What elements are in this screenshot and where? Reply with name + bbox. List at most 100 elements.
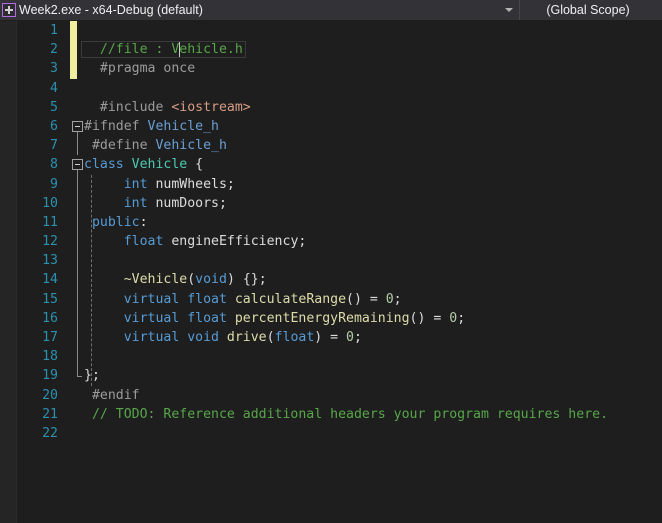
code-token: percentEnergyRemaining xyxy=(226,310,410,326)
code-line[interactable]: 12 float engineEfficiency; xyxy=(0,232,662,251)
line-number: 4 xyxy=(50,80,58,96)
line-number: 22 xyxy=(42,425,58,441)
line-number: 10 xyxy=(42,195,58,211)
code-line[interactable]: 21 // TODO: Reference additional headers… xyxy=(0,405,662,424)
code-token: #pragma once xyxy=(84,61,196,77)
line-number: 19 xyxy=(42,368,58,384)
code-token: : xyxy=(139,214,148,230)
line-number: 9 xyxy=(50,176,58,192)
code-text: #include <iostream> xyxy=(84,98,251,117)
code-token: virtual float xyxy=(123,310,227,326)
code-line[interactable]: 10 int numDoors; xyxy=(0,194,662,213)
code-text: virtual void drive(float) = 0; xyxy=(84,328,362,347)
code-token: void xyxy=(195,272,227,288)
code-token: public xyxy=(84,214,140,230)
fold-collapse-icon[interactable] xyxy=(72,120,83,132)
code-line[interactable]: 1 xyxy=(0,21,662,41)
code-token: ~Vehicle xyxy=(84,272,188,288)
code-token: 0 xyxy=(449,310,458,326)
project-scope-dropdown[interactable]: Week2.exe - x64-Debug (default) xyxy=(0,0,520,20)
code-line[interactable]: 9 int numWheels; xyxy=(0,175,662,194)
project-cube-icon xyxy=(2,3,16,17)
code-line[interactable]: 6 #ifndef Vehicle_h xyxy=(0,117,662,136)
fold-region-line xyxy=(77,170,82,377)
code-text: // TODO: Reference additional headers yo… xyxy=(84,405,608,424)
code-token: numDoors; xyxy=(147,195,227,211)
code-token: ; xyxy=(457,310,466,326)
code-line[interactable]: 18 xyxy=(0,347,662,366)
indent-guide xyxy=(91,174,92,386)
line-number: 17 xyxy=(42,330,58,345)
code-line[interactable]: 22 xyxy=(0,424,662,443)
text-cursor xyxy=(179,42,181,58)
code-line[interactable]: 17 virtual void drive(float) = 0; xyxy=(0,328,662,347)
code-token: Vehicle_h xyxy=(155,138,227,154)
chevron-down-icon[interactable] xyxy=(502,0,516,20)
code-token: 0 xyxy=(385,291,394,307)
code-text: #pragma once xyxy=(84,59,195,78)
code-text: int numDoors; xyxy=(84,194,227,213)
navigation-bar: Week2.exe - x64-Debug (default) (Global … xyxy=(0,0,662,21)
code-token: calculateRange xyxy=(226,291,347,307)
code-lines-container[interactable]: 12 //file : Vehicle.h 3 #pragma once 4 5 #i… xyxy=(0,21,662,523)
code-text: virtual float calculateRange() = 0; xyxy=(84,290,402,309)
code-token: () = xyxy=(346,291,386,307)
code-token: ) {}; xyxy=(226,272,267,288)
member-scope-label: (Global Scope) xyxy=(546,2,630,17)
code-text: ~Vehicle(void) {}; xyxy=(84,270,267,289)
code-token: int xyxy=(123,195,148,211)
line-number: 16 xyxy=(42,310,58,326)
project-scope-label: Week2.exe - x64-Debug (default) xyxy=(19,2,203,17)
code-line[interactable]: 7 #define Vehicle_h xyxy=(0,136,662,155)
code-editor[interactable]: 12 //file : Vehicle.h 3 #pragma once 4 5 #i… xyxy=(0,21,662,523)
code-line[interactable]: 14 ~Vehicle(void) {}; xyxy=(0,270,662,289)
fold-region-end-cap xyxy=(77,375,82,377)
code-token: ( xyxy=(266,330,275,345)
line-number: 3 xyxy=(50,61,58,77)
fold-region-line xyxy=(77,132,78,156)
code-line[interactable]: 19}; xyxy=(0,366,662,385)
member-scope-dropdown[interactable]: (Global Scope) xyxy=(520,0,662,20)
code-token: float xyxy=(274,330,315,345)
code-line[interactable]: 8 class Vehicle { xyxy=(0,155,662,174)
code-token: #define xyxy=(84,138,156,154)
line-number: 13 xyxy=(42,253,58,269)
code-line[interactable]: 16 virtual float percentEnergyRemaining(… xyxy=(0,309,662,328)
code-line[interactable]: 4 xyxy=(0,79,662,98)
code-token: { xyxy=(187,157,204,173)
code-text: public: xyxy=(84,213,148,232)
unsaved-change-bar xyxy=(70,59,77,79)
code-text: #endif xyxy=(84,386,140,405)
code-line[interactable]: 11 public: xyxy=(0,213,662,232)
code-token: // TODO: Reference additional headers yo… xyxy=(84,406,609,422)
code-token: int xyxy=(123,176,148,192)
code-token: ; xyxy=(354,330,362,345)
line-number: 20 xyxy=(42,387,58,403)
code-line[interactable]: 13 xyxy=(0,251,662,270)
code-token: virtual void xyxy=(123,330,219,345)
code-line[interactable]: 5 #include <iostream> xyxy=(0,98,662,117)
code-token: engineEfficiency; xyxy=(163,234,307,250)
code-token: virtual float xyxy=(123,291,227,307)
line-number: 15 xyxy=(42,291,58,307)
code-line[interactable]: 15 virtual float calculateRange() = 0; xyxy=(0,290,662,309)
code-token: numWheels; xyxy=(147,176,235,192)
current-line-highlight-box xyxy=(81,41,246,59)
code-text: class Vehicle { xyxy=(84,155,203,174)
code-line[interactable]: 20 #endif xyxy=(0,386,662,405)
code-text: #ifndef Vehicle_h xyxy=(84,117,219,136)
code-text: #define Vehicle_h xyxy=(84,136,227,155)
code-text: float engineEfficiency; xyxy=(84,232,307,251)
code-token: float xyxy=(123,234,164,250)
code-line[interactable]: 3 #pragma once xyxy=(0,59,662,79)
unsaved-change-bar xyxy=(70,21,77,41)
code-text: virtual float percentEnergyRemaining() =… xyxy=(84,309,465,328)
code-token: Vehicle_h xyxy=(147,118,219,134)
line-number: 12 xyxy=(42,234,58,250)
fold-collapse-icon[interactable] xyxy=(72,159,83,171)
code-token: Vehicle xyxy=(131,157,188,173)
